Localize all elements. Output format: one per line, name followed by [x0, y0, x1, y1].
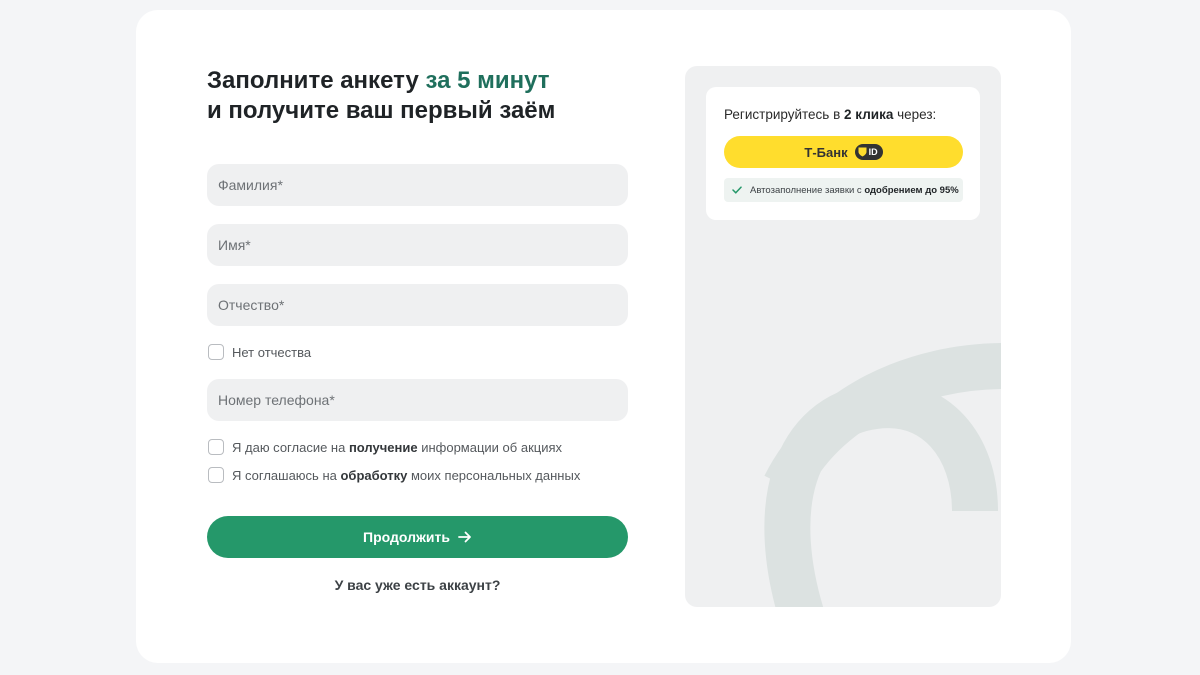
promo-consent-prefix: Я даю согласие на	[232, 439, 349, 455]
register-prefix: Регистрируйтесь в	[724, 107, 845, 122]
register-hint: Регистрируйтесь в 2 клика через:	[724, 107, 936, 122]
form-card: Заполните анкету за 5 минут и получите в…	[136, 10, 1071, 663]
no-patronymic-option[interactable]: Нет отчества	[208, 342, 311, 362]
continue-label: Продолжить	[363, 529, 450, 545]
page-title: Заполните анкету за 5 минут и получите в…	[207, 66, 555, 126]
no-patronymic-checkbox[interactable]	[208, 344, 224, 360]
promo-consent-option[interactable]: Я даю согласие на получение информации о…	[208, 437, 562, 457]
promo-consent-suffix: информации об акциях	[417, 439, 563, 455]
personal-consent-bold: обработку	[340, 467, 408, 483]
title-accent: за 5 минут	[425, 67, 550, 94]
personal-consent-suffix: моих персональных данных	[407, 467, 581, 483]
tbank-label: Т-Банк	[804, 144, 848, 160]
tbank-id-button[interactable]: Т-Банк ID	[724, 136, 963, 168]
autofill-bold: одобрением до 95%	[864, 184, 959, 196]
phone-input[interactable]	[207, 379, 628, 421]
personal-data-consent-option[interactable]: Я соглашаюсь на обработку моих персональ…	[208, 465, 580, 485]
autofill-text: Автозаполнение заявки с одобрением до 95…	[750, 185, 959, 196]
promo-consent-bold: получение	[348, 439, 418, 455]
patronymic-input[interactable]	[207, 284, 628, 326]
promo-consent-label: Я даю согласие на получение информации о…	[232, 440, 562, 455]
register-bold: 2 клика	[844, 107, 894, 122]
autofill-prefix: Автозаполнение заявки с	[750, 184, 865, 196]
registration-panel: Регистрируйтесь в 2 клика через: Т-Банк …	[685, 66, 1001, 607]
first-name-input[interactable]	[207, 224, 628, 266]
have-account-link[interactable]: У вас уже есть аккаунт?	[207, 577, 628, 593]
personal-data-consent-label: Я соглашаюсь на обработку моих персональ…	[232, 468, 580, 483]
shield-icon	[858, 147, 867, 157]
title-line1: Заполните анкету	[207, 67, 426, 94]
tbank-id-badge: ID	[854, 144, 883, 160]
quick-register-box: Регистрируйтесь в 2 клика через: Т-Банк …	[706, 87, 980, 220]
autofill-note: Автозаполнение заявки с одобрением до 95…	[724, 178, 963, 202]
tbank-badge-text: ID	[868, 147, 878, 157]
personal-data-consent-checkbox[interactable]	[208, 467, 224, 483]
promo-consent-checkbox[interactable]	[208, 439, 224, 455]
check-icon	[732, 186, 742, 194]
register-suffix: через:	[893, 107, 937, 122]
arrow-right-icon	[458, 530, 472, 544]
title-line2: и получите ваш первый заём	[207, 97, 556, 124]
last-name-input[interactable]	[207, 164, 628, 206]
no-patronymic-label: Нет отчества	[232, 344, 312, 360]
continue-button[interactable]: Продолжить	[207, 516, 628, 558]
personal-consent-prefix: Я соглашаюсь на	[232, 467, 341, 483]
